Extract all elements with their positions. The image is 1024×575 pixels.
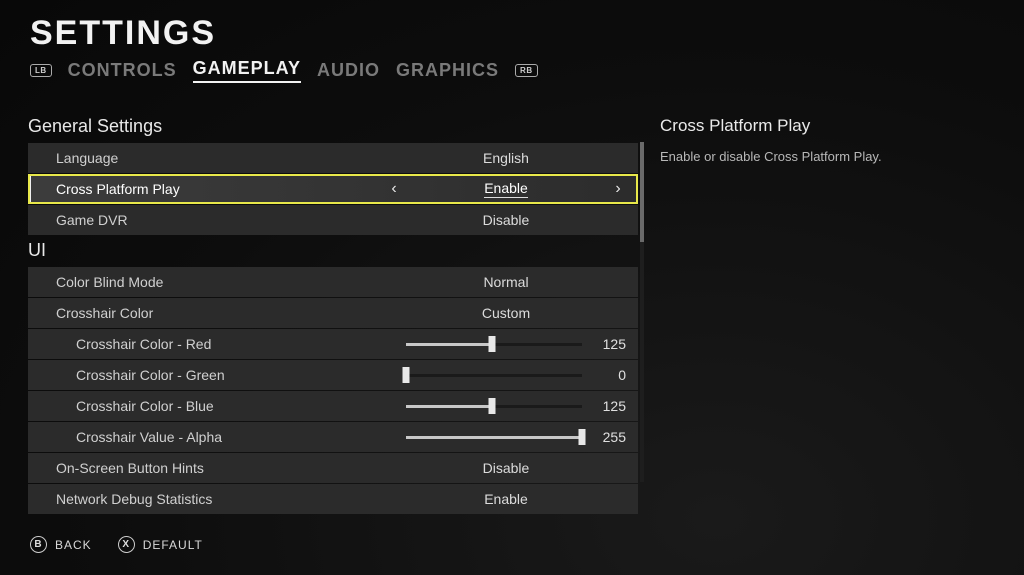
row-value: Disable [386,460,626,476]
tab-audio[interactable]: AUDIO [317,60,380,81]
detail-description: Enable or disable Cross Platform Play. [660,148,990,166]
row-label: Cross Platform Play [56,181,386,197]
row-crosshair-color[interactable]: Crosshair Color Custom [28,298,638,328]
row-crosshair-green[interactable]: Crosshair Color - Green 0 [28,360,638,390]
slider[interactable]: 0 [406,367,626,383]
row-value: Normal [386,274,626,290]
tab-bar: LB CONTROLS GAMEPLAY AUDIO GRAPHICS RB [30,58,538,83]
chevron-left-icon[interactable]: ‹ [386,180,402,198]
row-language[interactable]: Language English [28,143,638,173]
default-label: DEFAULT [143,538,203,552]
row-label: Crosshair Color [56,305,386,321]
row-onscreen-hints[interactable]: On-Screen Button Hints Disable [28,453,638,483]
section-general-header: General Settings [28,112,638,143]
footer-bar: B BACK X DEFAULT [30,536,203,553]
slider-value: 0 [592,367,626,383]
back-button[interactable]: B BACK [30,536,92,553]
page-title: SETTINGS [30,14,216,53]
row-crosshair-red[interactable]: Crosshair Color - Red 125 [28,329,638,359]
detail-title: Cross Platform Play [660,116,990,136]
row-label: Game DVR [56,212,386,228]
row-label: Crosshair Color - Green [76,367,406,383]
chevron-right-icon[interactable]: › [610,180,626,198]
row-color-blind-mode[interactable]: Color Blind Mode Normal [28,267,638,297]
x-button-icon: X [118,536,135,553]
row-label: Crosshair Value - Alpha [76,429,406,445]
row-value: Custom [386,305,626,321]
row-cross-platform-play[interactable]: Cross Platform Play ‹ Enable › [28,174,638,204]
row-value: English [386,150,626,166]
row-label: Crosshair Color - Red [76,336,406,352]
settings-list: General Settings Language English Cross … [28,112,638,515]
slider[interactable]: 125 [406,336,626,352]
slider[interactable]: 125 [406,398,626,414]
slider-value: 125 [592,336,626,352]
tab-graphics[interactable]: GRAPHICS [396,60,499,81]
slider-value: 125 [592,398,626,414]
default-button[interactable]: X DEFAULT [118,536,203,553]
scrollbar-thumb[interactable] [640,142,644,242]
row-game-dvr[interactable]: Game DVR Disable [28,205,638,235]
bumper-left-icon[interactable]: LB [30,64,52,77]
detail-panel: Cross Platform Play Enable or disable Cr… [660,116,990,166]
row-label: Language [56,150,386,166]
row-value: Disable [386,212,626,228]
section-ui-header: UI [28,236,638,267]
row-network-debug[interactable]: Network Debug Statistics Enable [28,484,638,514]
row-value: Enable [386,491,626,507]
tab-gameplay[interactable]: GAMEPLAY [193,58,301,83]
row-label: Network Debug Statistics [56,491,386,507]
back-label: BACK [55,538,92,552]
bumper-right-icon[interactable]: RB [515,64,538,77]
row-crosshair-alpha[interactable]: Crosshair Value - Alpha 255 [28,422,638,452]
row-label: Color Blind Mode [56,274,386,290]
row-label: On-Screen Button Hints [56,460,386,476]
row-label: Crosshair Color - Blue [76,398,406,414]
scrollbar[interactable] [640,142,644,482]
b-button-icon: B [30,536,47,553]
row-value: Enable [402,180,610,198]
row-crosshair-blue[interactable]: Crosshair Color - Blue 125 [28,391,638,421]
slider-value: 255 [592,429,626,445]
tab-controls[interactable]: CONTROLS [68,60,177,81]
slider[interactable]: 255 [406,429,626,445]
